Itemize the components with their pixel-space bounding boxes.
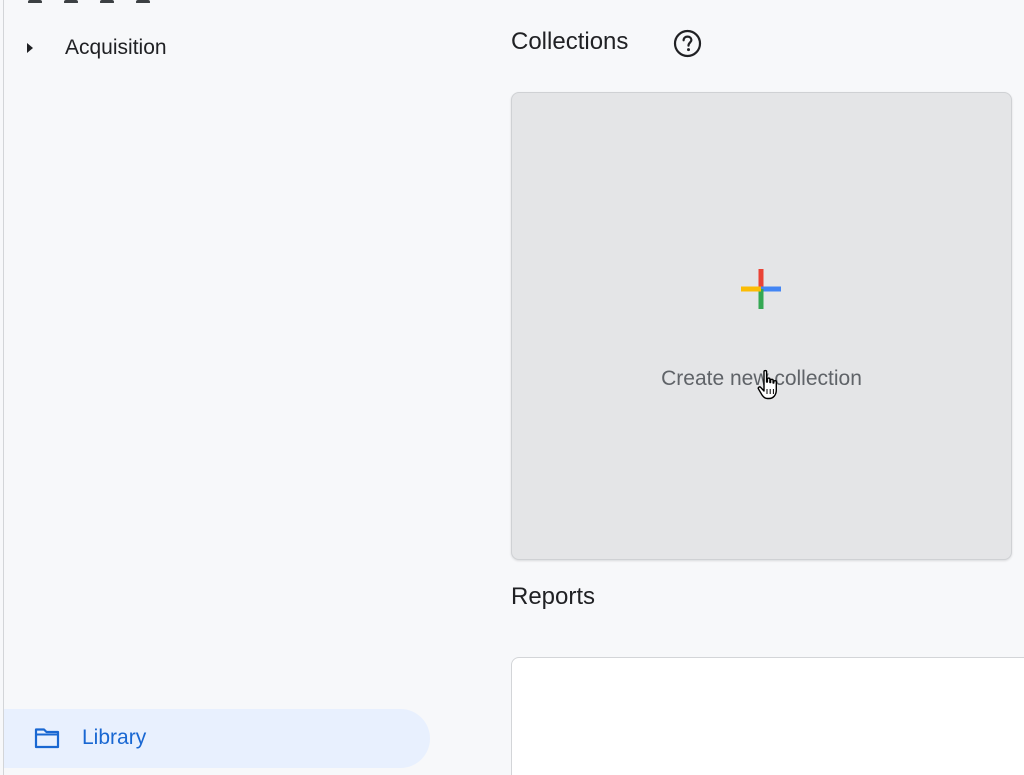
sidebar-item-library[interactable]: Library bbox=[4, 709, 430, 768]
sidebar-item-label: Acquisition bbox=[65, 36, 167, 59]
help-circle-icon[interactable] bbox=[673, 29, 702, 58]
google-plus-icon bbox=[741, 269, 781, 309]
library-page: Acquisition Library Collections Create n… bbox=[0, 0, 1024, 775]
reports-title: Reports bbox=[511, 583, 596, 610]
report-card[interactable] bbox=[511, 657, 1024, 775]
folder-icon bbox=[34, 728, 60, 749]
sidebar-divider bbox=[3, 0, 4, 775]
create-collection-card[interactable]: Create new collection bbox=[511, 92, 1012, 560]
sidebar-item-acquisition[interactable]: Acquisition bbox=[4, 26, 424, 70]
sidebar-item-label: Library bbox=[82, 726, 147, 749]
collections-title: Collections bbox=[511, 28, 629, 55]
caret-right-icon[interactable] bbox=[27, 43, 33, 53]
create-collection-label: Create new collection bbox=[661, 367, 862, 390]
clipped-nav-item bbox=[28, 0, 228, 3]
